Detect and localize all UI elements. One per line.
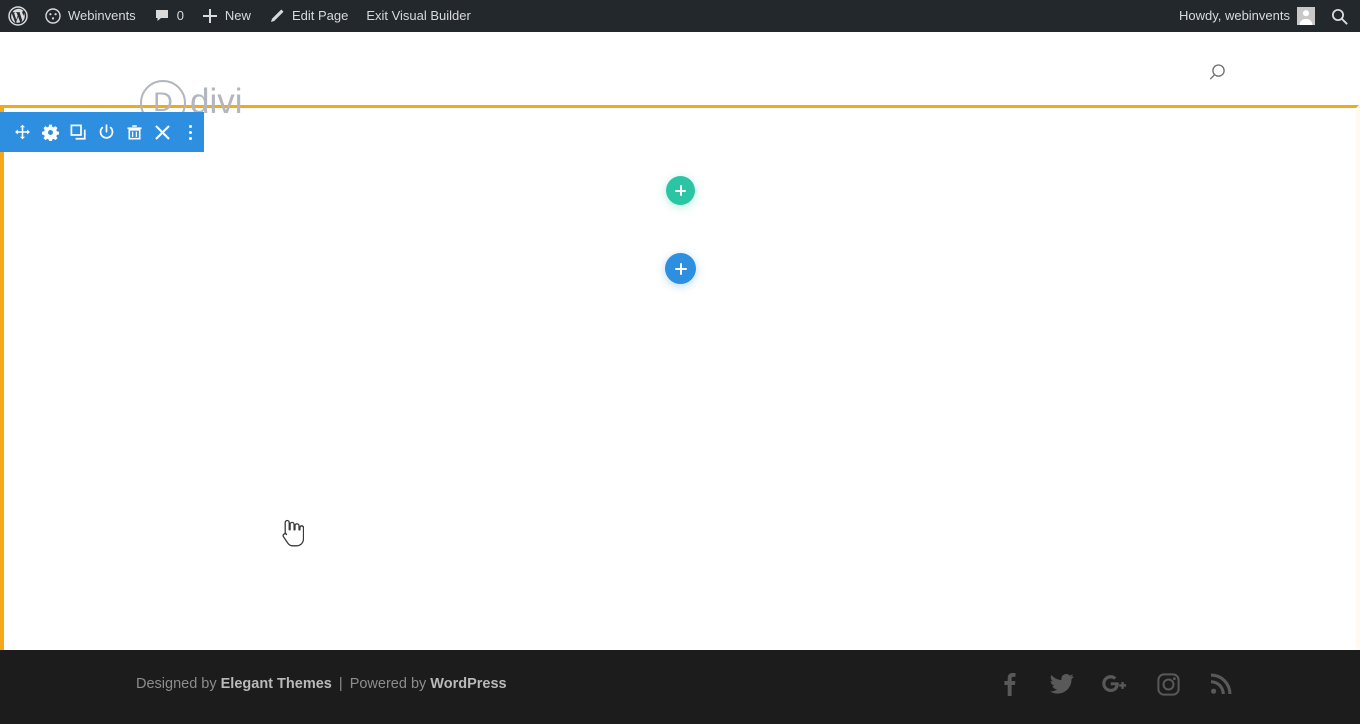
admin-bar-comments[interactable]: 0 (145, 0, 193, 32)
footer-separator: | (338, 676, 343, 692)
admin-bar-exit-visual-builder[interactable]: Exit Visual Builder (357, 0, 480, 32)
duplicate-button[interactable] (64, 112, 92, 152)
plus-icon-vertical (679, 185, 682, 196)
module-settings-toolbar (0, 112, 204, 152)
admin-bar-search-button[interactable] (1321, 0, 1360, 32)
admin-bar-my-account[interactable]: Howdy, webinvents (1169, 0, 1321, 32)
vertical-dots-icon (188, 124, 192, 140)
footer-wordpress-link[interactable]: WordPress (430, 676, 506, 692)
exit-visual-builder-label: Exit Visual Builder (366, 8, 471, 23)
dashboard-icon (45, 8, 61, 24)
footer-credit-text: Designed by Elegant Themes | Powered by … (136, 674, 507, 694)
footer-social-links (996, 670, 1234, 698)
howdy-label: Howdy, webinvents (1178, 8, 1290, 23)
close-x-icon (154, 124, 171, 141)
admin-bar-site-name[interactable]: Webinvents (36, 0, 145, 32)
disable-button[interactable] (92, 112, 120, 152)
move-arrows-icon (14, 124, 31, 141)
admin-bar-new-content[interactable]: New (193, 0, 260, 32)
admin-bar-right-group: Howdy, webinvents (1169, 0, 1360, 32)
rss-icon[interactable] (1208, 670, 1234, 698)
site-footer: Designed by Elegant Themes | Powered by … (0, 650, 1360, 724)
new-label: New (224, 8, 251, 23)
plus-icon-vertical (679, 262, 682, 275)
search-icon (1331, 8, 1348, 25)
facebook-icon[interactable] (996, 670, 1022, 698)
trash-icon (126, 124, 143, 141)
header-search-button[interactable] (1202, 60, 1232, 90)
pencil-icon (269, 8, 285, 24)
footer-powered-by-label: Powered by (349, 676, 427, 692)
instagram-icon[interactable] (1155, 670, 1181, 698)
twitter-icon[interactable] (1049, 670, 1075, 698)
site-header: D divi (0, 32, 1360, 126)
admin-bar-edit-page[interactable]: Edit Page (260, 0, 357, 32)
site-name-label: Webinvents (68, 8, 136, 23)
close-button[interactable] (148, 112, 176, 152)
plus-icon (202, 8, 218, 24)
duplicate-icon (70, 124, 87, 141)
search-icon (1206, 62, 1228, 89)
edit-page-label: Edit Page (291, 8, 349, 23)
wordpress-logo-icon (8, 6, 28, 26)
admin-bar-left-group: Webinvents 0 New Edit Page Exit Visual B… (0, 0, 480, 32)
googleplus-icon[interactable] (1102, 670, 1128, 698)
user-avatar-icon (1297, 7, 1315, 25)
gear-icon (41, 124, 59, 141)
footer-elegant-themes-link[interactable]: Elegant Themes (221, 676, 332, 692)
power-icon (98, 123, 115, 141)
footer-designed-by-label: Designed by (136, 676, 217, 692)
comments-count: 0 (176, 8, 184, 23)
move-handle[interactable] (8, 112, 36, 152)
delete-button[interactable] (120, 112, 148, 152)
comment-bubble-icon (154, 8, 170, 24)
settings-button[interactable] (36, 112, 64, 152)
more-options[interactable] (176, 112, 204, 152)
add-new-row-button[interactable] (665, 253, 696, 284)
wordpress-logo-button[interactable] (0, 0, 36, 32)
visual-builder-page: Webinvents 0 New Edit Page Exit Visual B… (0, 0, 1360, 724)
add-new-section-button[interactable] (666, 176, 695, 205)
wordpress-admin-bar: Webinvents 0 New Edit Page Exit Visual B… (0, 0, 1360, 32)
